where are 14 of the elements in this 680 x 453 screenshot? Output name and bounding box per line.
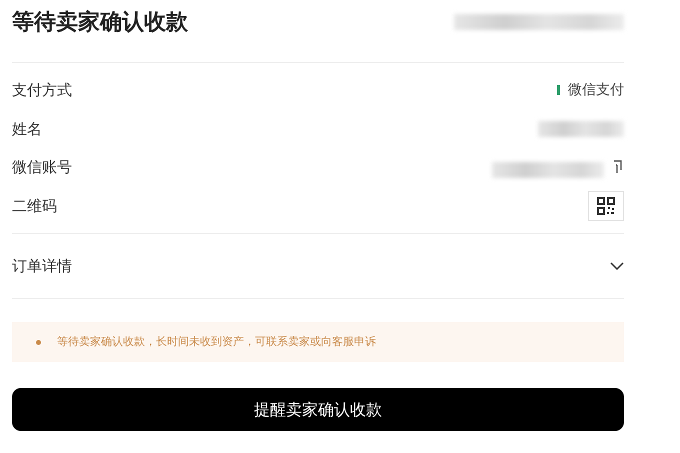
field-label: 姓名	[12, 118, 42, 140]
copy-icon[interactable]	[612, 160, 624, 174]
field-label: 微信账号	[12, 157, 72, 178]
payment-method: 微信支付	[568, 80, 624, 100]
page-title: 等待卖家确认收款	[12, 8, 188, 37]
remind-seller-button[interactable]: 提醒卖家确认收款	[12, 388, 624, 431]
bullet-icon	[36, 340, 41, 344]
notice-text: 等待卖家确认收款，长时间未收到资产，可联系卖家或向客服申诉	[57, 334, 376, 350]
qr-code-button[interactable]	[588, 190, 624, 221]
qr-code-icon	[597, 196, 615, 215]
field-label: 支付方式	[12, 80, 72, 101]
order-details-toggle[interactable]: 订单详情	[12, 234, 624, 298]
field-label: 二维码	[12, 196, 57, 216]
status-mark-icon	[557, 85, 560, 96]
